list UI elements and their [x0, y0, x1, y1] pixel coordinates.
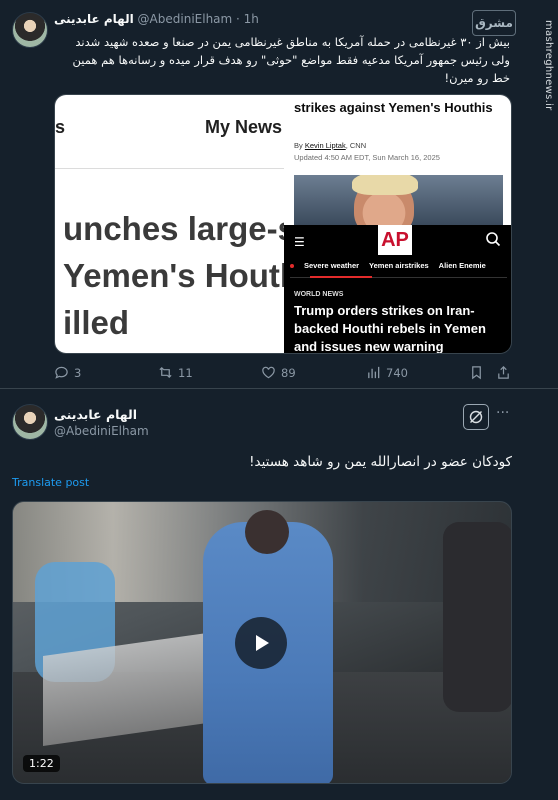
watermark: mashreghnews.ir: [543, 20, 554, 111]
left-headline-line: Yemen's Houth: [63, 257, 284, 294]
avatar[interactable]: [12, 12, 48, 48]
repost-button[interactable]: 11: [158, 365, 193, 380]
ap-nav-item: Alien Enemie: [438, 261, 486, 270]
video-person-head: [245, 510, 289, 554]
user-handle[interactable]: @AbediniElham: [54, 423, 149, 440]
mashregh-logo: مشرق: [472, 10, 516, 36]
video-duration: 1:22: [23, 755, 60, 772]
like-button[interactable]: 89: [261, 365, 296, 380]
cnn-byline: By Kevin Liptak, CNN: [294, 141, 366, 150]
nav-fragment: s: [55, 117, 66, 137]
search-icon: [486, 232, 501, 247]
tweet-header: الهام عابدینی @AbediniElham: [54, 406, 149, 440]
bookmark-button[interactable]: [469, 365, 484, 380]
news-screenshot-left[interactable]: s My News unches large-sc Yemen's Houth …: [55, 95, 284, 353]
active-underline: [310, 276, 372, 278]
tweet-header: الهام عابدینی @AbediniElham · 1h: [54, 12, 259, 26]
video-player[interactable]: 1:22: [12, 501, 512, 784]
timestamp[interactable]: · 1h: [236, 12, 259, 26]
tweet-text: کودکان عضو در انصارالله یمن رو شاهد هستی…: [249, 454, 512, 470]
reply-button[interactable]: 3: [54, 365, 81, 380]
translate-post-link[interactable]: Translate post: [12, 476, 89, 489]
more-options-icon[interactable]: ···: [496, 406, 514, 424]
live-dot-icon: [290, 264, 294, 269]
like-count: 89: [281, 365, 296, 380]
heart-icon: [262, 366, 275, 379]
ap-nav-item: Severe weather: [304, 261, 360, 270]
left-headline: unches large-sc Yemen's Houth illed: [63, 205, 284, 346]
hamburger-menu-icon: ☰: [294, 235, 305, 249]
display-name[interactable]: الهام عابدینی: [54, 12, 134, 26]
cnn-photo: [294, 175, 503, 225]
ap-logo: AP: [378, 225, 412, 255]
divider: [0, 388, 558, 389]
reply-count: 3: [74, 365, 82, 380]
byline-prefix: By: [294, 141, 303, 150]
repost-icon: [159, 366, 172, 379]
bookmark-icon: [472, 366, 481, 380]
byline-author: Kevin Liptak: [304, 141, 346, 150]
play-button[interactable]: [235, 617, 287, 669]
tweet-media-grid[interactable]: s My News unches large-sc Yemen's Houth …: [54, 94, 512, 354]
byline-outlet: , CNN: [345, 141, 367, 150]
video-figure: [443, 522, 511, 712]
tweet-1: الهام عابدینی @AbediniElham · 1h بیش از …: [0, 0, 558, 388]
display-name[interactable]: الهام عابدینی: [54, 407, 137, 422]
ap-nav-bar: Severe weather Yemen airstrikes Alien Enem…: [290, 261, 511, 275]
user-handle[interactable]: @AbediniElham: [138, 12, 233, 26]
share-button[interactable]: [496, 365, 511, 380]
repost-count: 11: [178, 365, 193, 380]
ap-nav-item: Yemen airstrikes: [369, 261, 429, 270]
share-icon: [498, 366, 509, 379]
views-button[interactable]: 740: [366, 365, 408, 380]
cnn-updated: Updated 4:50 AM EDT, Sun March 16, 2025: [294, 153, 440, 162]
my-news-label: My News: [204, 117, 282, 137]
cnn-headline: strikes against Yemen's Houthis: [294, 100, 493, 115]
hair-shape: [352, 175, 418, 195]
left-headline-line: unches large-sc: [63, 210, 284, 247]
avatar[interactable]: [12, 404, 48, 440]
play-icon: [256, 635, 269, 651]
left-headline-line: illed: [63, 304, 130, 341]
divider: [55, 168, 284, 169]
ap-headline: Trump orders strikes on Iran-backed Hout…: [294, 303, 486, 354]
cnn-screenshot[interactable]: strikes against Yemen's Houthis By Kevin…: [284, 95, 511, 225]
ap-screenshot[interactable]: ☰ AP Severe weather Yemen airstrikes Alien…: [284, 225, 511, 354]
tweet-text: بیش از ۳۰ غیرنظامی در حمله آمریکا به منا…: [72, 35, 510, 85]
ap-kicker: WORLD NEWS: [294, 291, 344, 298]
grok-icon: [469, 410, 483, 424]
grok-button[interactable]: [463, 404, 489, 430]
views-count: 740: [386, 365, 408, 380]
reply-icon: [55, 366, 68, 379]
views-chart-icon: [368, 366, 380, 379]
